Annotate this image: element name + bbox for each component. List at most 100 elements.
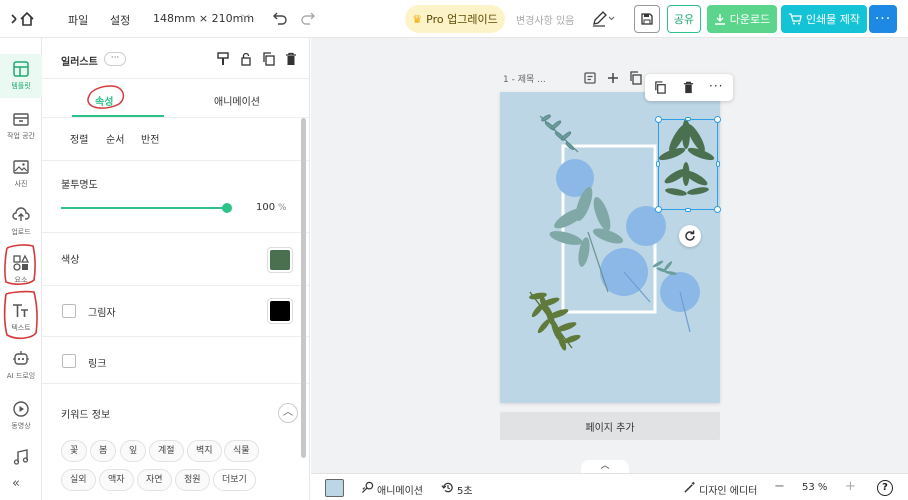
resize-handle[interactable]	[655, 116, 662, 123]
duplicate-icon[interactable]	[654, 81, 667, 94]
tab-animation[interactable]: 애니메이션	[214, 93, 260, 108]
color-swatch	[270, 250, 290, 270]
keyword-chip[interactable]: 정원	[175, 469, 210, 491]
collapse-panel-icon[interactable]: «	[12, 476, 20, 491]
download-icon	[714, 14, 725, 25]
fern-top-left	[539, 114, 579, 153]
keyword-chip[interactable]: 잎	[120, 440, 147, 462]
keyword-chip[interactable]: 실외	[61, 469, 96, 491]
align-button[interactable]: 정렬	[70, 131, 88, 146]
menu-settings[interactable]: 설정	[110, 12, 130, 28]
download-button[interactable]: 다운로드	[707, 5, 777, 33]
resize-handle[interactable]	[716, 161, 720, 167]
animation-button[interactable]: 애니메이션	[377, 482, 423, 497]
resize-handle[interactable]	[685, 208, 691, 212]
copy-page-icon[interactable]	[629, 71, 643, 85]
keyword-chip[interactable]: 계절	[149, 440, 184, 462]
shadow-checkbox[interactable]	[62, 304, 76, 318]
add-page-icon[interactable]	[606, 71, 620, 85]
paint-format-icon[interactable]	[216, 52, 230, 66]
video-icon	[13, 401, 29, 417]
rail-item-video[interactable]: 동영상	[0, 394, 42, 440]
print-label: 인쇄물 제작	[805, 13, 861, 26]
expand-pages-button[interactable]: ︿	[581, 460, 629, 473]
title-more-button[interactable]: ···	[104, 52, 126, 66]
share-button[interactable]: 공유	[667, 5, 701, 33]
rail-label: 작업 공간	[7, 132, 35, 140]
rail-item-workspace[interactable]: 작업 공간	[0, 104, 42, 150]
annotation-marks	[3, 244, 38, 340]
lock-icon[interactable]	[239, 52, 253, 66]
link-checkbox[interactable]	[62, 354, 76, 368]
resize-handle[interactable]	[714, 116, 721, 123]
panel-title: 일러스트	[61, 57, 98, 68]
rail-item-template[interactable]: 템플릿	[0, 54, 42, 98]
panel-scrollbar[interactable]	[301, 118, 306, 458]
zoom-level[interactable]: 53 %	[802, 482, 827, 493]
flip-button[interactable]: 반전	[141, 131, 159, 146]
resize-handle[interactable]	[656, 161, 660, 167]
pen-icon[interactable]	[591, 10, 615, 28]
keyword-chip[interactable]: 액자	[99, 469, 134, 491]
rail-label: 템플릿	[11, 82, 31, 90]
rotate-handle[interactable]	[679, 225, 701, 247]
workspace-icon	[13, 113, 29, 126]
designer-editor-button[interactable]: 디자인 에디터	[699, 482, 757, 497]
pro-upgrade-button[interactable]: ♛ Pro 업그레이드	[405, 5, 505, 33]
crown-icon: ♛	[412, 12, 423, 26]
undo-icon[interactable]	[272, 10, 288, 26]
more-icon[interactable]: ···	[709, 79, 723, 93]
page-size-selector[interactable]: 148mm × 210mm	[153, 12, 254, 25]
print-button[interactable]: 인쇄물 제작	[781, 5, 867, 33]
trash-icon[interactable]	[284, 52, 298, 66]
more-keywords-button[interactable]: 더보기	[213, 469, 256, 491]
more-menu-button[interactable]: ···	[869, 5, 897, 33]
pro-upgrade-label: Pro 업그레이드	[426, 13, 498, 26]
page-title[interactable]: 1 - 제목 ...	[503, 72, 546, 85]
chevron-down-icon[interactable]: ﹀	[241, 12, 250, 25]
page-background-swatch[interactable]	[325, 479, 344, 497]
keyword-chip[interactable]: 식물	[224, 440, 259, 462]
resize-handle[interactable]	[655, 206, 662, 213]
trash-icon[interactable]	[682, 81, 695, 94]
opacity-slider-handle[interactable]	[222, 203, 232, 213]
opacity-label: 불투명도	[61, 180, 98, 191]
redo-icon[interactable]	[300, 10, 316, 26]
opacity-slider-track[interactable]	[61, 207, 226, 209]
rail-item-music[interactable]	[0, 442, 42, 468]
home-icon[interactable]	[10, 10, 40, 28]
chevron-up-icon: ︿	[283, 407, 293, 418]
save-icon	[641, 13, 653, 25]
shadow-swatch	[270, 301, 290, 321]
keyword-chip[interactable]: 자연	[137, 469, 172, 491]
duplicate-icon[interactable]	[262, 52, 276, 66]
keyword-chip[interactable]: 꽃	[61, 440, 88, 462]
zoom-in-button[interactable]: +	[845, 479, 856, 494]
help-button[interactable]: ?	[877, 480, 893, 496]
resize-handle[interactable]	[685, 117, 691, 121]
color-swatch-button[interactable]	[267, 247, 293, 273]
properties-panel: 일러스트 ··· 속성 애니메이션 정렬 순서 반전 불투명도 100 % 색상…	[42, 38, 310, 500]
menu-file[interactable]: 파일	[68, 12, 88, 28]
zoom-out-button[interactable]: −	[774, 479, 785, 494]
template-icon	[13, 61, 29, 77]
opacity-value[interactable]: 100	[256, 202, 275, 213]
order-button[interactable]: 순서	[106, 131, 124, 146]
resize-handle[interactable]	[714, 206, 721, 213]
shadow-label: 그림자	[88, 308, 116, 319]
duration-button[interactable]: 5초	[457, 482, 473, 497]
olive-fern	[529, 291, 581, 351]
add-page-button[interactable]: 페이지 추가	[500, 412, 720, 440]
rail-item-photo[interactable]: 사진	[0, 152, 42, 198]
keyword-chip[interactable]: 벽지	[187, 440, 222, 462]
page-notes-icon[interactable]	[583, 71, 597, 85]
keywords-label: 키워드 정보	[61, 410, 111, 421]
shadow-color-button[interactable]	[267, 298, 293, 324]
save-button[interactable]	[634, 5, 660, 33]
selection-box[interactable]	[658, 119, 718, 210]
rail-item-ai-drawing[interactable]: AI 드로잉	[0, 344, 42, 390]
music-icon	[13, 449, 29, 465]
collapse-keywords-button[interactable]: ︿	[278, 403, 298, 423]
keyword-chip[interactable]: 봄	[90, 440, 117, 462]
element-toolbar: ···	[645, 74, 733, 101]
